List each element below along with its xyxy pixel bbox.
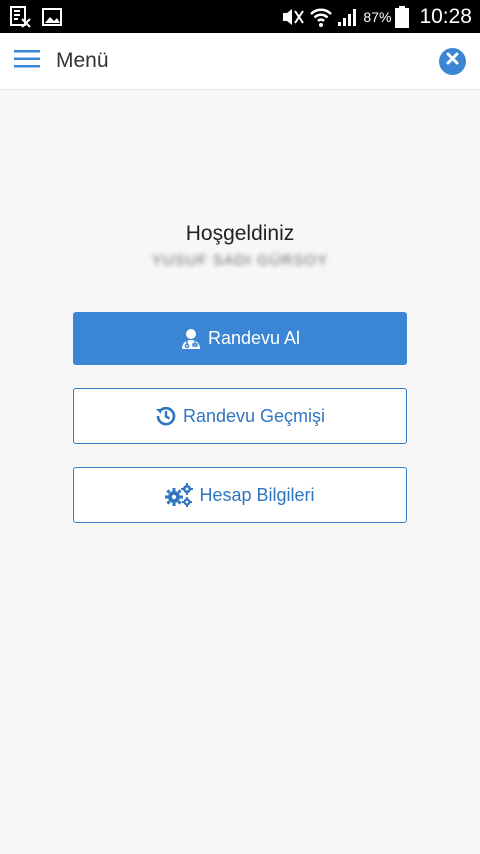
page-title: Menü [56, 49, 109, 72]
gears-icon [165, 483, 194, 507]
rx-notification-icon [10, 5, 32, 28]
welcome-heading: Hoşgeldiniz [185, 222, 295, 245]
account-info-label: Hesap Bilgileri [199, 484, 315, 505]
user-name: YUSUF SADI GÜRSOY [151, 252, 329, 269]
wifi-icon [309, 6, 333, 28]
signal-icon [337, 7, 359, 27]
make-appointment-label: Randevu Al [207, 328, 301, 348]
battery-icon [395, 5, 410, 28]
make-appointment-button[interactable]: Randevu Al [73, 312, 407, 365]
menu-button[interactable]: Menü [14, 49, 109, 74]
appointment-history-label: Randevu Geçmişi [182, 405, 326, 426]
app-header: Menü [0, 33, 480, 90]
clock: 10:28 [419, 4, 472, 28]
history-icon [155, 405, 177, 427]
appointment-history-button[interactable]: Randevu Geçmişi [73, 388, 407, 444]
mute-icon [279, 7, 305, 27]
doctor-icon [180, 328, 202, 350]
hamburger-icon[interactable] [14, 49, 40, 74]
close-button[interactable] [439, 47, 466, 75]
close-circle-icon[interactable] [446, 52, 459, 70]
image-notification-icon [42, 7, 62, 26]
status-bar: 87% 10:28 [0, 0, 480, 33]
account-info-button[interactable]: Hesap Bilgileri [73, 467, 407, 523]
battery-percent: 87% [363, 8, 392, 25]
